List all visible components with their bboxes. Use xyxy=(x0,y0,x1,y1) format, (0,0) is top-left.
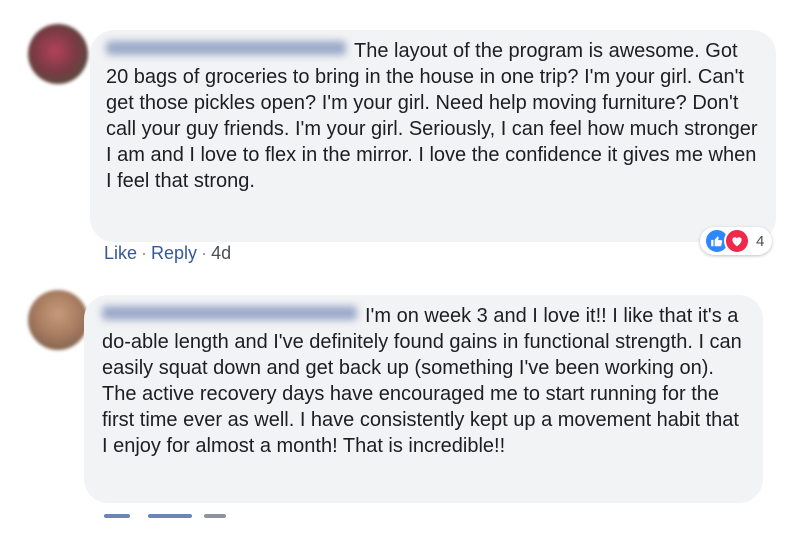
reactions-summary[interactable]: 4 xyxy=(700,227,773,255)
author-name-blurred[interactable] xyxy=(102,306,357,320)
like-link[interactable]: Like xyxy=(104,243,137,263)
reaction-count: 4 xyxy=(756,232,765,250)
comment-timestamp[interactable]: 4d xyxy=(211,243,231,263)
separator: · xyxy=(201,243,208,263)
comment-bubble: The layout of the program is awesome. Go… xyxy=(90,30,776,242)
comment-bubble: I'm on week 3 and I love it!! I like tha… xyxy=(84,295,763,503)
comment-actions-cropped xyxy=(104,508,254,520)
avatar[interactable] xyxy=(28,290,88,350)
comment-actions: Like · Reply · 4d xyxy=(104,243,231,264)
like-link-fragment[interactable] xyxy=(104,514,130,518)
comment-text: I'm on week 3 and I love it!! I like tha… xyxy=(102,305,742,457)
reply-link[interactable]: Reply xyxy=(151,243,197,263)
avatar[interactable] xyxy=(28,24,88,84)
comment-text: The layout of the program is awesome. Go… xyxy=(106,40,758,192)
love-reaction-icon xyxy=(724,228,750,254)
reply-link-fragment[interactable] xyxy=(148,514,192,518)
separator: · xyxy=(141,243,148,263)
author-name-blurred[interactable] xyxy=(106,41,346,55)
timestamp-fragment xyxy=(204,514,226,518)
